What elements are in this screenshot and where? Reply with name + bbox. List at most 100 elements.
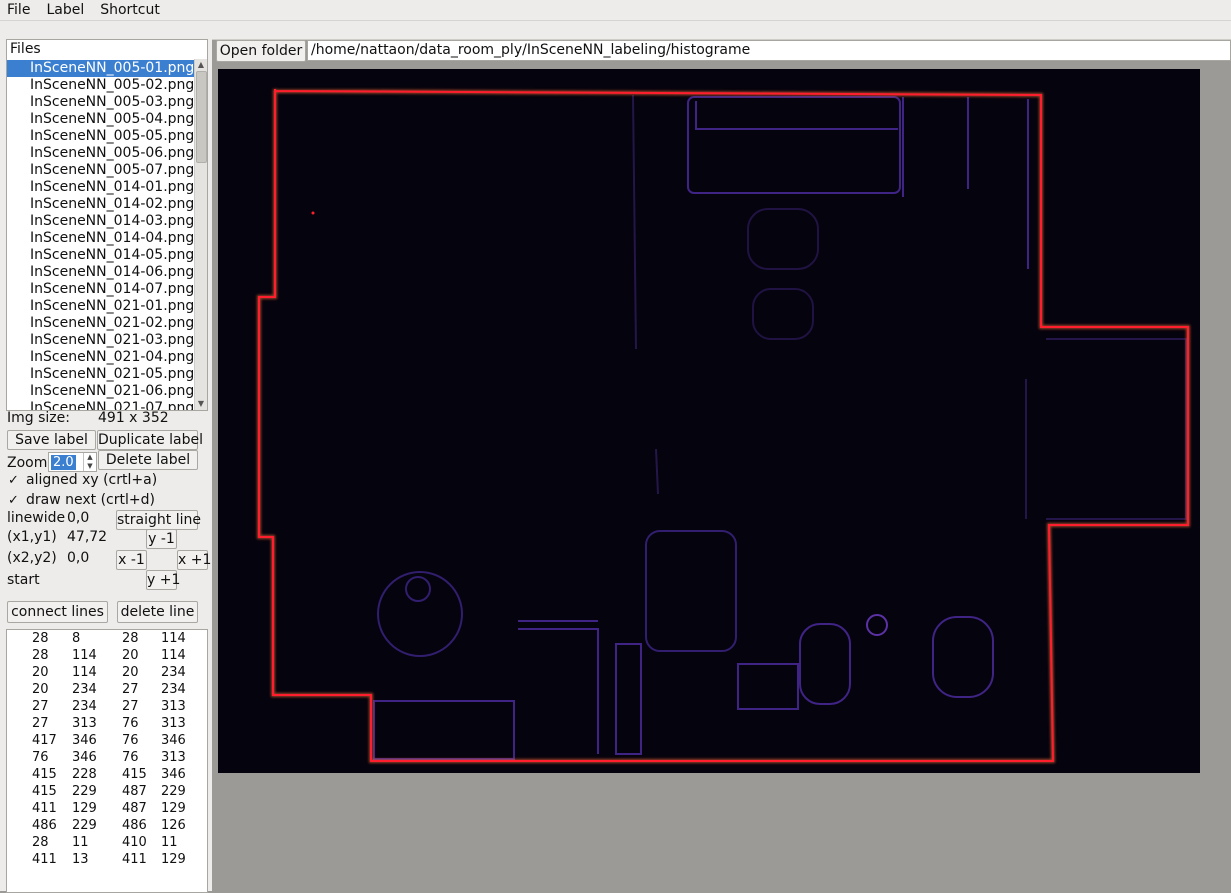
aligned-checkbox-label: aligned xy (crtl+a): [26, 472, 158, 488]
line-coordinate-cell: 313: [161, 699, 186, 714]
delete-line-button[interactable]: delete line: [117, 601, 198, 623]
line-coordinate-cell: 27: [32, 699, 49, 714]
line-list-row[interactable]: 411 13 411 129: [7, 851, 207, 868]
file-list-item[interactable]: InSceneNN_021-04.png: [7, 349, 195, 366]
x-minus-button[interactable]: x -1: [116, 550, 147, 570]
delete-label-button[interactable]: Delete label: [98, 450, 198, 470]
file-list-item[interactable]: InSceneNN_005-02.png: [7, 77, 195, 94]
file-list-item[interactable]: InSceneNN_005-01.png: [7, 60, 195, 77]
scroll-thumb[interactable]: [196, 71, 207, 163]
duplicate-label-button[interactable]: Duplicate label: [97, 430, 203, 450]
draw-next-checkbox[interactable]: ✓: [8, 494, 20, 507]
line-list[interactable]: 28 8 28 114 28 114 20 114 20 114 20 234 20 234 27 234 27…: [6, 629, 208, 893]
line-list-row[interactable]: 28 8 28 114: [7, 630, 207, 647]
line-list-row[interactable]: 20 234 27 234: [7, 681, 207, 698]
line-coordinate-cell: 27: [32, 716, 49, 731]
pointcloud-layer: [373, 94, 1187, 760]
line-list-row[interactable]: 28 114 20 114: [7, 647, 207, 664]
file-list-item[interactable]: InSceneNN_014-05.png: [7, 247, 195, 264]
file-list-widget[interactable]: Files InSceneNN_005-01.png InSceneNN_005-…: [6, 39, 208, 411]
image-canvas[interactable]: [218, 69, 1200, 773]
zoom-value[interactable]: 2.0: [51, 455, 76, 470]
aligned-checkbox[interactable]: ✓: [8, 474, 20, 487]
y-minus-button[interactable]: y -1: [146, 529, 177, 549]
line-coordinate-cell: 415: [32, 784, 57, 799]
line-coordinate-cell: 411: [122, 852, 147, 867]
connect-lines-button[interactable]: connect lines: [7, 601, 108, 623]
line-coordinate-cell: 346: [72, 733, 97, 748]
line-coordinate-cell: 129: [161, 801, 186, 816]
label-outline: [257, 89, 1190, 763]
line-list-row[interactable]: 411 129 487 129: [7, 800, 207, 817]
file-list-item[interactable]: InSceneNN_021-03.png: [7, 332, 195, 349]
file-list-item[interactable]: InSceneNN_014-03.png: [7, 213, 195, 230]
furniture-shape: [405, 576, 431, 602]
folder-path-field[interactable]: /home/nattaon/data_room_ply/InSceneNN_la…: [307, 40, 1231, 61]
menu-shortcut[interactable]: Shortcut: [92, 0, 168, 20]
linewide-value: 0,0: [67, 510, 90, 526]
open-folder-button[interactable]: Open folder: [216, 40, 306, 62]
file-list-scrollbar[interactable]: ▲ ▼: [194, 59, 207, 410]
red-point: [311, 211, 315, 215]
line-coordinate-cell: 114: [161, 631, 186, 646]
line-list-row[interactable]: 415 228 415 346: [7, 766, 207, 783]
line-coordinate-cell: 129: [161, 852, 186, 867]
line-coordinate-cell: 313: [161, 716, 186, 731]
x-plus-button[interactable]: x +1: [177, 550, 211, 570]
menu-file[interactable]: File: [0, 0, 38, 20]
floorplan-image[interactable]: [218, 69, 1200, 773]
img-size-value: 491 x 352: [98, 410, 169, 426]
label-outline-glow: [257, 89, 1190, 763]
file-list-item[interactable]: InSceneNN_005-05.png: [7, 128, 195, 145]
line-coordinate-cell: 313: [161, 750, 186, 765]
zoom-spinbox[interactable]: 2.0 ▲ ▼: [48, 452, 97, 472]
start-label: start: [7, 572, 40, 588]
line-coordinate-cell: 8: [72, 631, 81, 646]
file-list-item[interactable]: InSceneNN_021-02.png: [7, 315, 195, 332]
file-list[interactable]: InSceneNN_005-01.png InSceneNN_005-02.png…: [7, 60, 195, 410]
file-list-item[interactable]: InSceneNN_005-06.png: [7, 145, 195, 162]
line-coordinate-cell: 114: [161, 648, 186, 663]
file-list-item[interactable]: InSceneNN_021-05.png: [7, 366, 195, 383]
straight-line-button[interactable]: straight line: [116, 510, 201, 530]
line-coordinate-cell: 229: [72, 818, 97, 833]
file-list-item[interactable]: InSceneNN_014-02.png: [7, 196, 195, 213]
line-coordinate-cell: 487: [122, 801, 147, 816]
scroll-up-arrow-icon[interactable]: ▲: [195, 59, 207, 71]
line-list-row[interactable]: 28 11 410 11: [7, 834, 207, 851]
menu-label[interactable]: Label: [38, 0, 92, 20]
scroll-down-arrow-icon[interactable]: ▼: [195, 398, 207, 410]
file-list-item[interactable]: InSceneNN_014-01.png: [7, 179, 195, 196]
line-coordinate-cell: 410: [122, 835, 147, 850]
line-list-row[interactable]: 486 229 486 126: [7, 817, 207, 834]
line-list-row[interactable]: 20 114 20 234: [7, 664, 207, 681]
file-list-item[interactable]: InSceneNN_005-07.png: [7, 162, 195, 179]
furniture-shape: [645, 530, 737, 652]
y-plus-button[interactable]: y +1: [146, 570, 180, 590]
file-list-item[interactable]: InSceneNN_005-03.png: [7, 94, 195, 111]
file-list-item[interactable]: InSceneNN_021-01.png: [7, 298, 195, 315]
line-list-row[interactable]: 76 346 76 313: [7, 749, 207, 766]
furniture-shape: [752, 288, 814, 340]
line-coordinate-cell: 27: [122, 682, 139, 697]
line-list-row[interactable]: 27 234 27 313: [7, 698, 207, 715]
line-list-row[interactable]: 27 313 76 313: [7, 715, 207, 732]
furniture-shape: [737, 663, 799, 710]
line-list-row[interactable]: 417 346 76 346: [7, 732, 207, 749]
line-list-row[interactable]: 415 229 487 229: [7, 783, 207, 800]
file-list-item[interactable]: InSceneNN_014-07.png: [7, 281, 195, 298]
line-coordinate-cell: 20: [122, 665, 139, 680]
line-coordinate-cell: 28: [32, 648, 49, 663]
file-list-item[interactable]: InSceneNN_005-04.png: [7, 111, 195, 128]
save-label-button[interactable]: Save label: [7, 430, 96, 450]
furniture-shape: [377, 571, 463, 657]
linewide-label: linewide: [7, 510, 66, 526]
line-coordinate-cell: 28: [32, 835, 49, 850]
file-list-item[interactable]: InSceneNN_014-04.png: [7, 230, 195, 247]
furniture-shape: [695, 101, 898, 130]
file-list-item[interactable]: InSceneNN_021-06.png: [7, 383, 195, 400]
file-list-item[interactable]: InSceneNN_014-06.png: [7, 264, 195, 281]
spin-arrows-icon[interactable]: ▲ ▼: [83, 453, 96, 471]
furniture-shape: [932, 616, 994, 698]
line-coordinate-cell: 411: [32, 801, 57, 816]
